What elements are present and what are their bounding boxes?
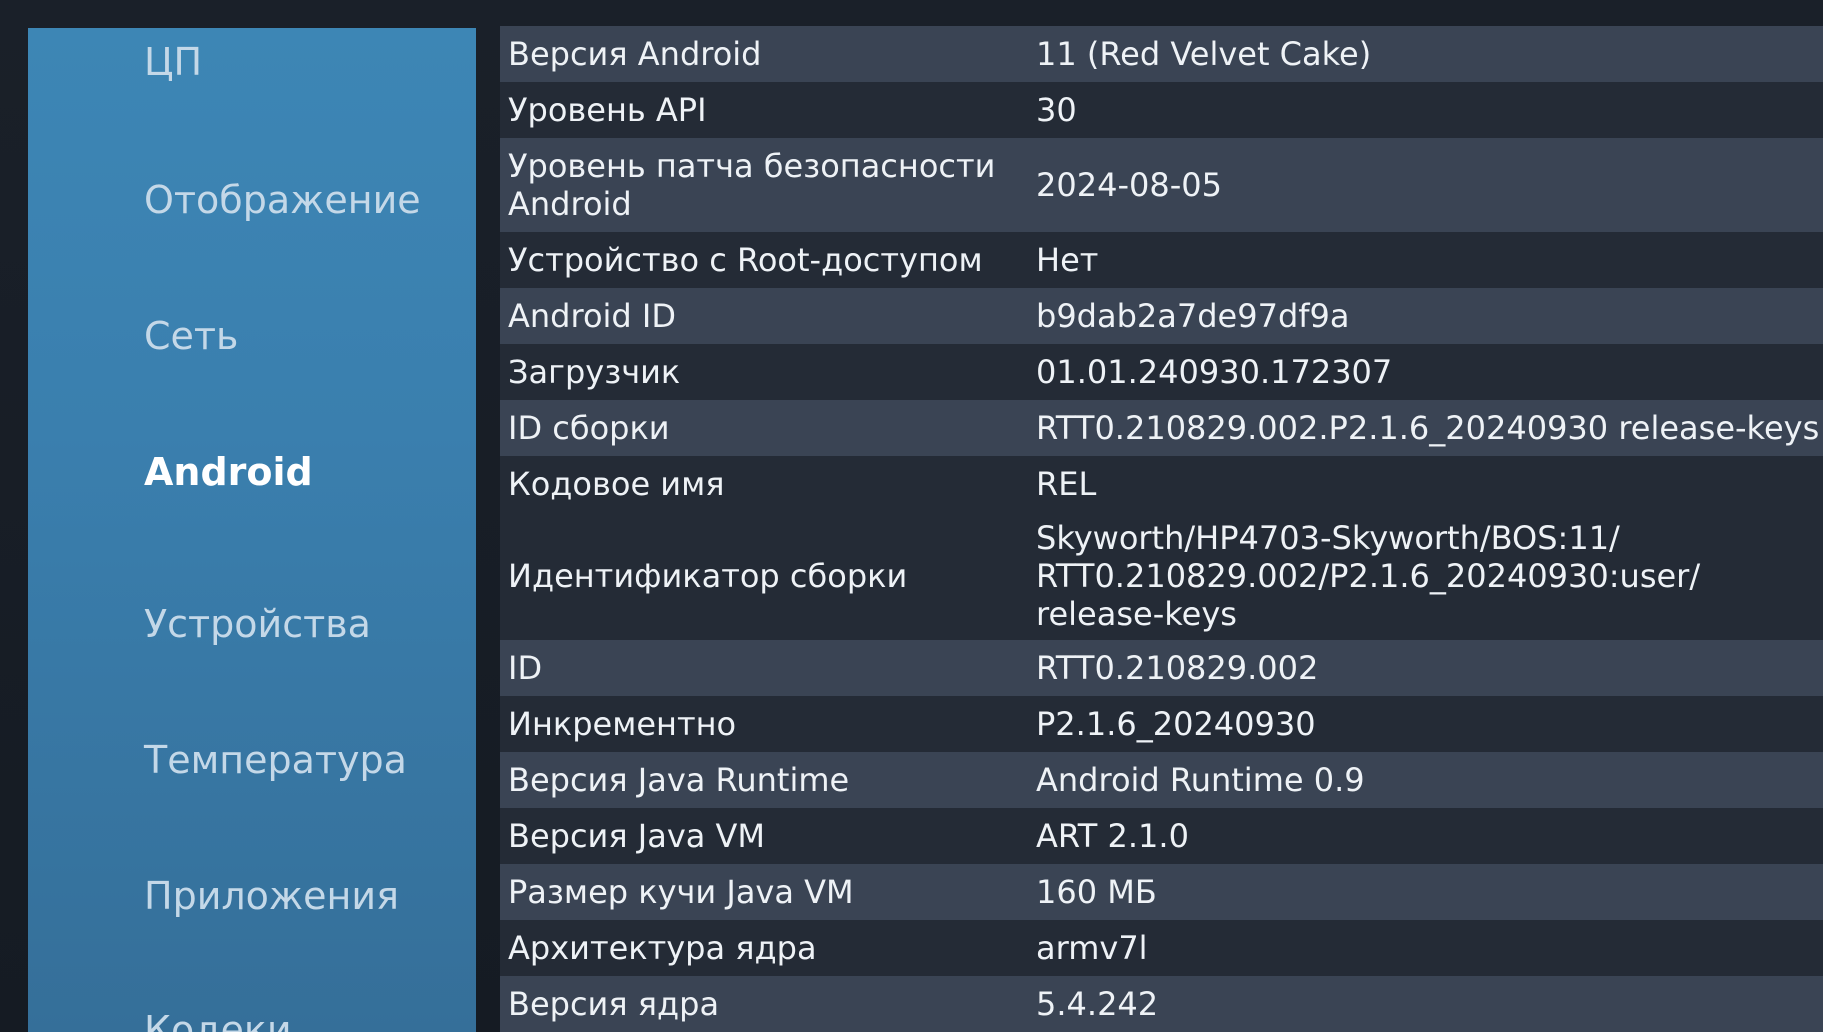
info-key: ID [508, 649, 543, 687]
info-key: Кодовое имя [508, 465, 725, 503]
info-key: Уровень патча безопасности Android [508, 147, 996, 223]
info-value: RTT0.210829.002 [1036, 649, 1319, 687]
info-row-heap-size: Размер кучи Java VM 160 МБ [500, 864, 1823, 920]
info-row-fingerprint: Идентификатор сборки Skyworth/HP4703-Sky… [500, 512, 1823, 640]
tv-screen: ЦП Отображение Сеть Android Устройства Т… [0, 0, 1823, 1032]
info-value: 01.01.240930.172307 [1036, 353, 1393, 391]
sidebar-item-apps[interactable]: Приложения [144, 874, 399, 918]
sidebar-item-cpu[interactable]: ЦП [144, 40, 202, 84]
info-value: b9dab2a7de97df9a [1036, 297, 1350, 335]
info-key: Android ID [508, 297, 676, 335]
info-value: 5.4.242 [1036, 985, 1159, 1023]
info-key: Версия Android [508, 35, 762, 73]
info-key: Архитектура ядра [508, 929, 817, 967]
info-row-security-patch: Уровень патча безопасности Android 2024-… [500, 138, 1823, 232]
info-key: Идентификатор сборки [508, 557, 908, 595]
info-value: 30 [1036, 91, 1077, 129]
info-row-android-id: Android ID b9dab2a7de97df9a [500, 288, 1823, 344]
info-row-root: Устройство с Root-доступом Нет [500, 232, 1823, 288]
info-key: Инкрементно [508, 705, 737, 743]
info-row-java-runtime: Версия Java Runtime Android Runtime 0.9 [500, 752, 1823, 808]
info-row-kernel-version: Версия ядра 5.4.242 [500, 976, 1823, 1032]
info-row-bootloader: Загрузчик 01.01.240930.172307 [500, 344, 1823, 400]
info-value: P2.1.6_20240930 [1036, 705, 1316, 743]
info-value: Skyworth/HP4703-Skyworth/BOS:11/ RTT0.21… [1036, 519, 1701, 633]
info-value: 160 МБ [1036, 873, 1157, 911]
info-key: Размер кучи Java VM [508, 873, 854, 911]
info-key: Уровень API [508, 91, 707, 129]
android-info-table: Версия Android 11 (Red Velvet Cake) Уров… [500, 26, 1823, 1032]
sidebar-item-network[interactable]: Сеть [144, 314, 238, 358]
info-row-incremental: Инкрементно P2.1.6_20240930 [500, 696, 1823, 752]
info-value: Нет [1036, 241, 1099, 279]
info-row-android-version: Версия Android 11 (Red Velvet Cake) [500, 26, 1823, 82]
info-value: 11 (Red Velvet Cake) [1036, 35, 1372, 73]
info-key: Версия Java VM [508, 817, 766, 855]
info-value: RTT0.210829.002.P2.1.6_20240930 release-… [1036, 409, 1820, 447]
info-value: 2024-08-05 [1036, 166, 1222, 204]
info-value: REL [1036, 465, 1097, 503]
sidebar-item-temperature[interactable]: Температура [144, 738, 407, 782]
info-row-build-id: ID сборки RTT0.210829.002.P2.1.6_2024093… [500, 400, 1823, 456]
sidebar-item-display[interactable]: Отображение [144, 178, 421, 222]
info-value: ART 2.1.0 [1036, 817, 1189, 855]
sidebar-item-codecs[interactable]: Кодеки [144, 1008, 292, 1032]
info-value: Android Runtime 0.9 [1036, 761, 1365, 799]
info-value: armv7l [1036, 929, 1148, 967]
info-row-api-level: Уровень API 30 [500, 82, 1823, 138]
sidebar-item-devices[interactable]: Устройства [144, 602, 371, 646]
info-key: Устройство с Root-доступом [508, 241, 983, 279]
info-row-codename: Кодовое имя REL [500, 456, 1823, 512]
info-key: Версия Java Runtime [508, 761, 850, 799]
sidebar: ЦП Отображение Сеть Android Устройства Т… [28, 28, 476, 1032]
info-row-java-vm: Версия Java VM ART 2.1.0 [500, 808, 1823, 864]
info-key: Загрузчик [508, 353, 681, 391]
info-key: Версия ядра [508, 985, 720, 1023]
info-row-kernel-arch: Архитектура ядра armv7l [500, 920, 1823, 976]
info-row-id: ID RTT0.210829.002 [500, 640, 1823, 696]
sidebar-item-android[interactable]: Android [144, 450, 313, 494]
info-key: ID сборки [508, 409, 670, 447]
